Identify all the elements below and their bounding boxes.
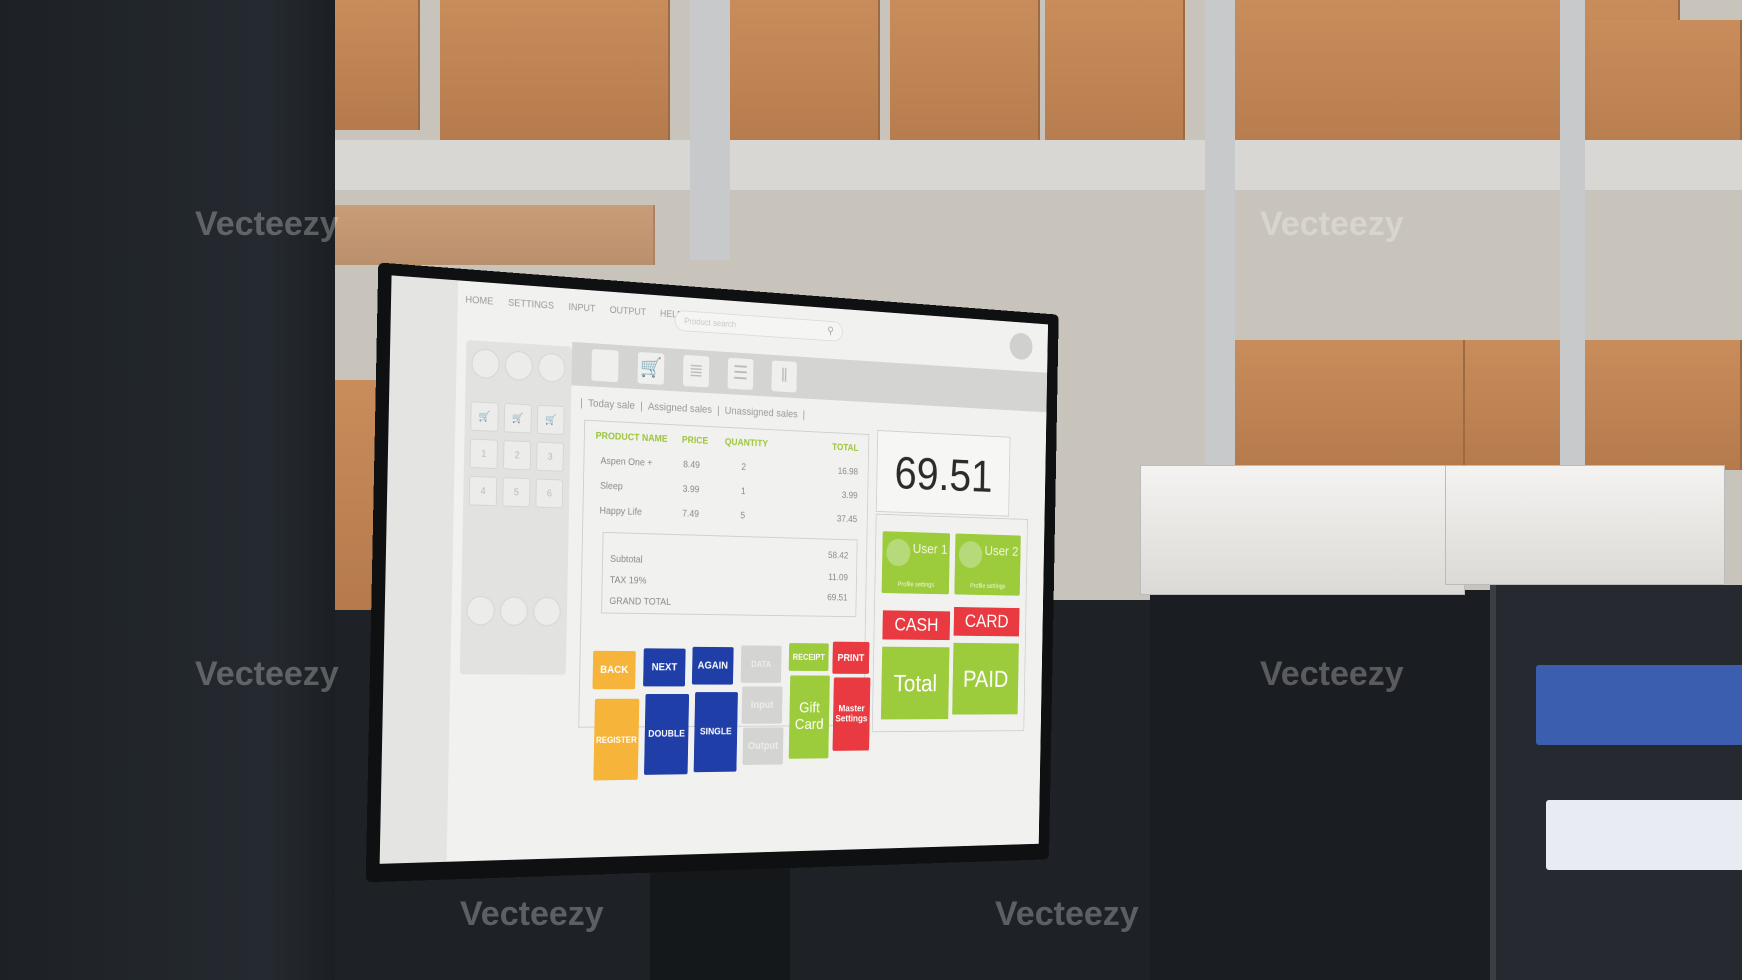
watermark: Vecteezy (460, 895, 604, 933)
columns-icon[interactable]: ‖ (771, 360, 797, 393)
list-icon[interactable]: ☰ (727, 357, 754, 391)
cardboard-box (440, 0, 670, 145)
cart-icon[interactable]: 🛒 (503, 402, 532, 434)
category-panel: 🛒 🛒 🛒 1 2 3 4 5 6 (459, 339, 573, 675)
search-icon[interactable]: ⚲ (827, 324, 834, 336)
folder (1536, 665, 1742, 745)
cardboard-box (730, 0, 880, 155)
paid-button[interactable]: PAID (952, 642, 1019, 715)
data-button[interactable]: DATA (740, 645, 782, 683)
output-button[interactable]: Output (742, 727, 784, 765)
cardboard-box (1235, 340, 1465, 470)
single-button[interactable]: SINGLE (693, 692, 738, 773)
total-display: 69.51 (875, 429, 1011, 517)
tab-unassigned-sales[interactable]: Unassigned sales (725, 405, 798, 420)
user-icon (886, 538, 911, 567)
keypad-key[interactable]: 2 (502, 440, 532, 471)
totals-summary: Subtotal 58.42 TAX 19% 11.09 GRAND TOTAL… (601, 531, 858, 618)
keypad-key[interactable]: 1 (469, 438, 499, 470)
register-button[interactable]: REGISTER (593, 698, 640, 781)
user-icon[interactable] (537, 352, 566, 384)
cardboard-box (335, 205, 655, 265)
nav-home[interactable]: HOME (465, 295, 493, 308)
document-icon[interactable] (591, 348, 619, 383)
gift-card-button[interactable]: Gift Card (788, 675, 830, 759)
tab-today-sale[interactable]: Today sale (588, 398, 635, 412)
round-button[interactable] (466, 595, 495, 626)
print-button[interactable]: PRINT (832, 641, 870, 674)
input-button[interactable]: Input (741, 686, 783, 724)
column-header: TOTAL (832, 442, 859, 454)
product-search-input[interactable]: Product search ⚲ (674, 309, 843, 343)
shelf-post (690, 0, 730, 260)
watermark: Vecteezy (995, 895, 1139, 933)
column-header: QUANTITY (724, 437, 769, 450)
nav-input[interactable]: INPUT (568, 302, 595, 314)
tab-assigned-sales[interactable]: Assigned sales (648, 401, 712, 416)
user-icon (958, 540, 983, 569)
double-button[interactable]: DOUBLE (644, 693, 690, 775)
receipt-icon[interactable]: ≣ (682, 354, 710, 388)
user-2-button[interactable]: User 2 Profile settings (954, 533, 1021, 596)
keypad-key[interactable]: 5 (502, 477, 531, 508)
master-settings-button[interactable]: Master Settings (832, 677, 871, 751)
next-button[interactable]: NEXT (643, 648, 686, 687)
shelf-post (1205, 0, 1235, 470)
keypad-key[interactable]: 6 (535, 478, 564, 509)
shelf-post (1560, 0, 1585, 470)
payment-panel: User 1 Profile settings User 2 Profile s… (871, 513, 1028, 733)
cart-icon[interactable]: 🛒 (470, 401, 499, 432)
user-1-button[interactable]: User 1 Profile settings (881, 531, 950, 595)
top-nav: HOME SETTINGS INPUT OUTPUT HELP (465, 295, 683, 321)
round-button[interactable] (499, 596, 529, 626)
receipt-button[interactable]: RECEIPT (788, 643, 829, 671)
avatar[interactable] (1009, 332, 1033, 361)
search-placeholder: Product search (684, 316, 737, 330)
document-tray (1490, 585, 1742, 980)
pos-screen: 🛒 🛒 🛒 1 2 3 4 5 6 HOME SETTINGS INPUT OU… (379, 275, 1049, 864)
cardboard-box (1465, 340, 1742, 470)
shelf-beam (335, 140, 1742, 190)
column-header: PRICE (681, 435, 709, 447)
cardboard-box (890, 0, 1040, 160)
keypad-key[interactable]: 4 (468, 475, 498, 507)
keypad-key[interactable]: 3 (536, 441, 564, 472)
cart-icon[interactable]: 🛒 (536, 404, 565, 436)
sales-tabs: | Today sale | Assigned sales | Unassigned … (579, 397, 806, 421)
total-button[interactable]: Total (880, 646, 950, 720)
dark-pillar (0, 0, 335, 980)
cart-icon[interactable]: 🛒 (637, 351, 665, 385)
left-strip (379, 275, 459, 864)
white-box (1140, 465, 1465, 595)
card-button[interactable]: CARD (953, 606, 1020, 637)
paper (1546, 800, 1742, 870)
white-box (1445, 465, 1725, 585)
user-icon[interactable] (504, 350, 533, 382)
user-icon[interactable] (471, 348, 500, 380)
back-button[interactable]: BACK (592, 650, 636, 690)
round-button[interactable] (533, 596, 561, 627)
again-button[interactable]: AGAIN (691, 646, 734, 685)
nav-output[interactable]: OUTPUT (610, 305, 647, 318)
column-header: PRODUCT NAME (595, 430, 668, 445)
warehouse-scene: 🛒 🛒 🛒 1 2 3 4 5 6 HOME SETTINGS INPUT OU… (0, 0, 1742, 980)
cardboard-box (335, 0, 420, 130)
nav-settings[interactable]: SETTINGS (508, 298, 554, 312)
cash-button[interactable]: CASH (882, 610, 951, 641)
monitor: 🛒 🛒 🛒 1 2 3 4 5 6 HOME SETTINGS INPUT OU… (365, 262, 1059, 883)
